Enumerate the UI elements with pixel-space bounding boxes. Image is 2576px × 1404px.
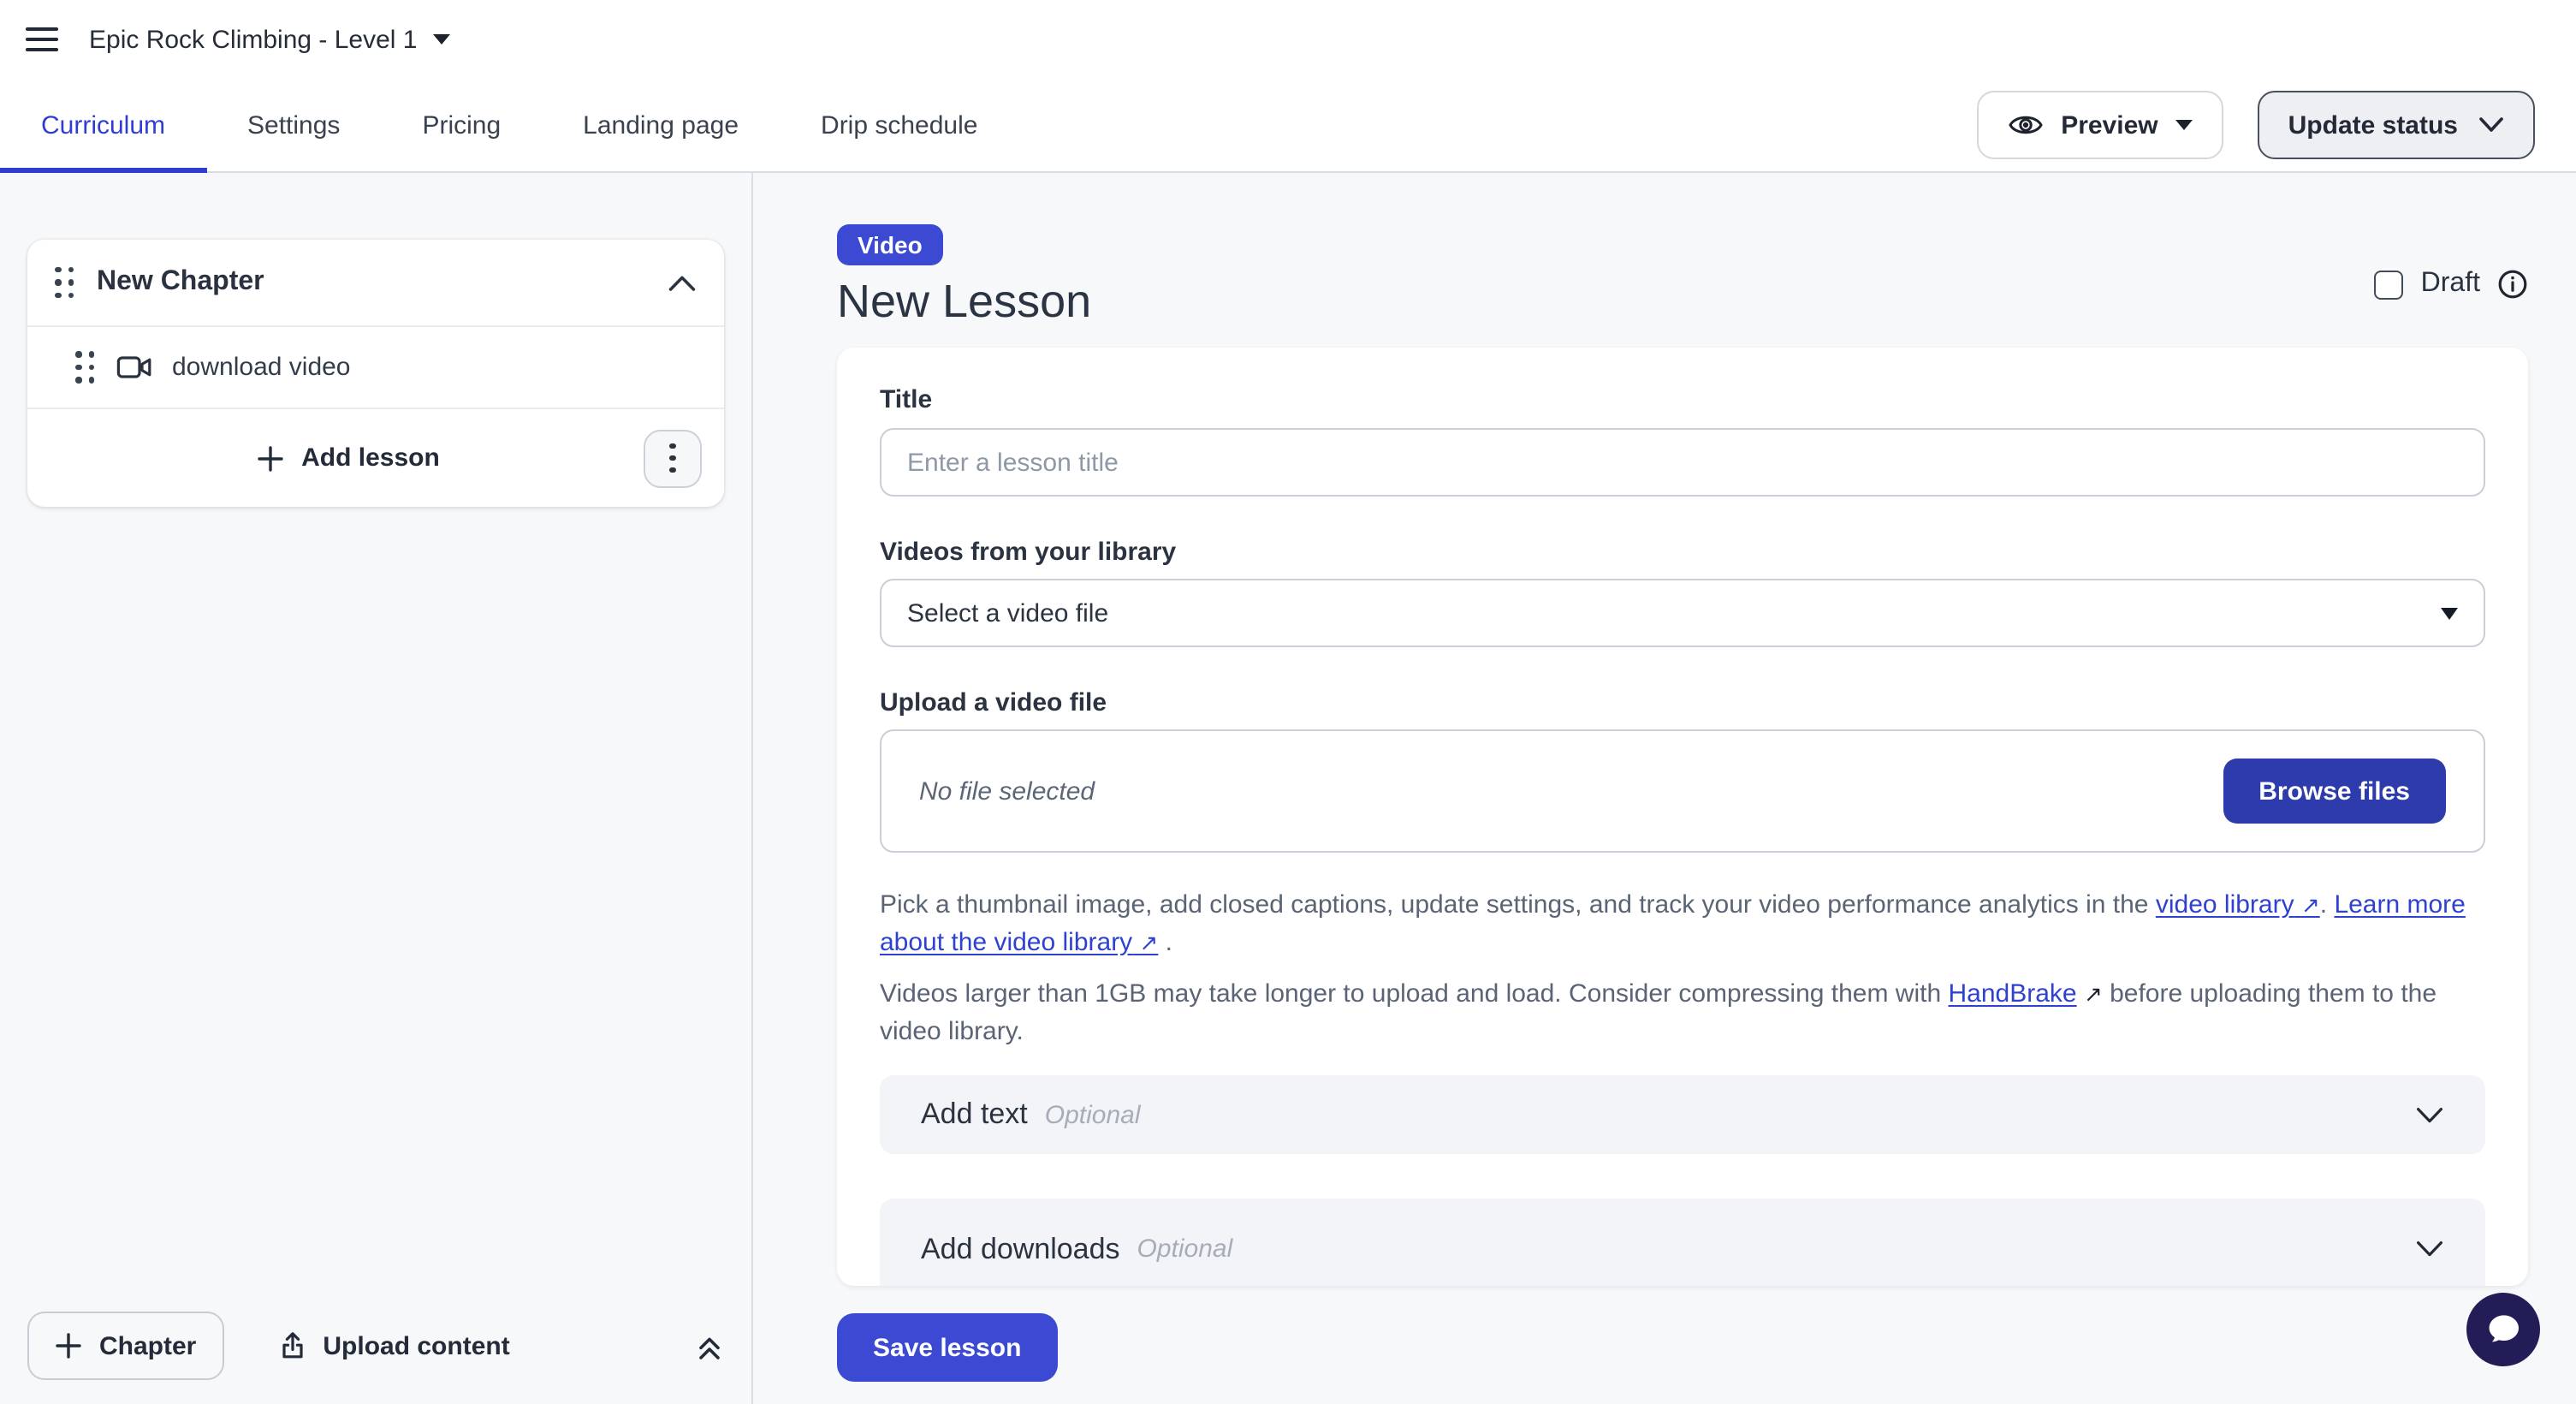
lesson-title: download video	[172, 353, 351, 382]
caret-down-icon	[433, 34, 450, 45]
library-label: Videos from your library	[880, 538, 2485, 567]
optional-label: Optional	[1137, 1234, 1233, 1264]
plus-icon	[55, 1332, 82, 1359]
info-icon[interactable]	[2497, 269, 2528, 300]
tab-pricing[interactable]: Pricing	[381, 79, 542, 171]
course-switcher[interactable]: Epic Rock Climbing - Level 1	[89, 25, 450, 54]
chevron-up-icon[interactable]	[668, 273, 697, 292]
curriculum-sidebar: New Chapter download video	[0, 173, 753, 1404]
sidebar-footer: Chapter Upload content	[27, 1312, 726, 1380]
optional-label: Optional	[1045, 1100, 1141, 1129]
chevron-down-icon	[2415, 1105, 2444, 1124]
compression-help-text: Videos larger than 1GB may take longer t…	[880, 976, 2485, 1051]
lesson-title-input[interactable]	[880, 428, 2485, 497]
update-status-button[interactable]: Update status	[2258, 91, 2535, 159]
chapter-card: New Chapter download video	[27, 240, 724, 507]
draft-checkbox[interactable]	[2375, 270, 2404, 299]
chat-bubble-icon	[2482, 1309, 2525, 1350]
add-downloads-label: Add downloads	[921, 1232, 1120, 1266]
preview-button[interactable]: Preview	[1977, 91, 2223, 159]
upload-dropzone[interactable]: No file selected Browse files	[880, 729, 2485, 853]
chevron-down-icon	[2415, 1240, 2444, 1258]
upload-content-button[interactable]: Upload content	[276, 1330, 509, 1361]
chapter-header[interactable]: New Chapter	[27, 240, 724, 325]
chevron-down-icon	[2478, 116, 2504, 134]
add-text-section[interactable]: Add text Optional	[880, 1075, 2485, 1154]
add-lesson-button[interactable]: Add lesson	[257, 443, 440, 473]
course-tab-bar: Curriculum Settings Pricing Landing page…	[0, 79, 2576, 173]
lesson-page-title: New Lesson	[837, 272, 2528, 330]
video-library-help-text: Pick a thumbnail image, add closed capti…	[880, 887, 2485, 962]
tab-landing-page[interactable]: Landing page	[542, 79, 780, 171]
upload-icon	[276, 1330, 307, 1361]
add-downloads-section[interactable]: Add downloads Optional	[880, 1199, 2485, 1286]
video-file-select[interactable]: Select a video file	[880, 579, 2485, 647]
draft-toggle-group: Draft	[2375, 269, 2528, 300]
video-camera-icon	[116, 353, 151, 382]
browse-files-button[interactable]: Browse files	[2223, 759, 2446, 824]
eye-icon	[2008, 111, 2044, 139]
nav-actions: Preview Update status	[1977, 79, 2576, 171]
external-link-icon: ↗	[2084, 976, 2103, 1014]
preview-button-label: Preview	[2061, 110, 2158, 140]
video-library-link[interactable]: video library ↗	[2156, 890, 2320, 919]
tab-curriculum[interactable]: Curriculum	[0, 79, 206, 171]
video-file-select-value: Select a video file	[907, 598, 1108, 628]
update-status-label: Update status	[2288, 110, 2458, 140]
add-lesson-label: Add lesson	[301, 443, 440, 473]
tab-drip-schedule[interactable]: Drip schedule	[780, 79, 1018, 171]
chat-widget-button[interactable]	[2466, 1293, 2540, 1366]
collapse-all-icon[interactable]	[693, 1330, 726, 1362]
lesson-type-badge: Video	[837, 224, 943, 265]
chapter-menu-button[interactable]	[644, 429, 702, 487]
tab-settings[interactable]: Settings	[206, 79, 381, 171]
add-chapter-button[interactable]: Chapter	[27, 1312, 223, 1380]
lesson-row[interactable]: download video	[27, 327, 724, 408]
no-file-text: No file selected	[919, 776, 1095, 806]
course-builder-page: Epic Rock Climbing - Level 1 Curriculum …	[0, 0, 2576, 1404]
chapter-footer: Add lesson	[27, 409, 724, 507]
top-bar: Epic Rock Climbing - Level 1	[0, 0, 2576, 79]
handbrake-link[interactable]: HandBrake	[1949, 979, 2077, 1008]
lesson-editor: Video New Lesson Draft Title Videos from…	[755, 173, 2576, 1404]
select-caret-icon	[2441, 607, 2458, 619]
add-chapter-label: Chapter	[99, 1331, 196, 1360]
lesson-form-card: Title Videos from your library Select a …	[837, 348, 2528, 1286]
hamburger-menu-icon[interactable]	[26, 27, 58, 51]
plus-icon	[257, 444, 284, 472]
caret-down-icon	[2175, 120, 2193, 130]
title-label: Title	[880, 385, 2485, 414]
chapter-title: New Chapter	[97, 267, 264, 298]
add-text-label: Add text	[921, 1098, 1028, 1132]
save-lesson-button[interactable]: Save lesson	[837, 1313, 1057, 1382]
drag-handle-icon[interactable]	[75, 351, 95, 384]
drag-handle-icon[interactable]	[55, 266, 74, 299]
upload-label: Upload a video file	[880, 688, 2485, 717]
upload-content-label: Upload content	[323, 1331, 509, 1360]
course-title: Epic Rock Climbing - Level 1	[89, 25, 418, 54]
draft-label: Draft	[2421, 269, 2480, 300]
